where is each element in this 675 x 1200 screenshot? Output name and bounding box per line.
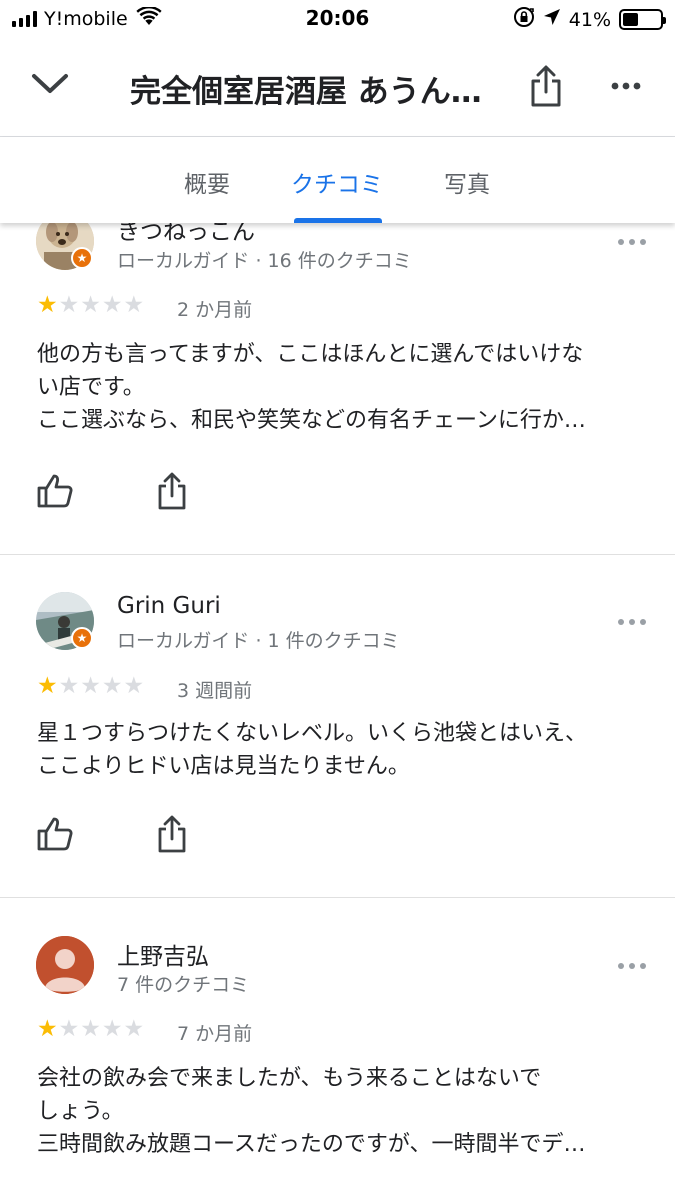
reviewer-meta: ローカルガイド · 1 件のクチコミ (117, 630, 400, 652)
tab-reviews[interactable]: クチコミ (291, 165, 383, 199)
reviewer-meta: ローカルガイド · 16 件のクチコミ (117, 250, 412, 272)
review-date: 2 か月前 (177, 299, 253, 321)
star-rating: ★ ★ ★ ★ ★ (37, 1018, 144, 1041)
review-share-button[interactable] (155, 815, 189, 853)
star-icon: ★ (37, 673, 58, 699)
star-icon: ★ (80, 673, 101, 699)
tab-indicator (294, 218, 382, 223)
review-divider (0, 897, 675, 898)
star-rating: ★ ★ ★ ★ ★ (37, 294, 144, 317)
like-button[interactable] (36, 815, 74, 853)
review-date: 3 週間前 (177, 680, 253, 702)
star-icon: ★ (37, 1016, 58, 1042)
reviewer-name[interactable]: 上野吉弘 (117, 937, 209, 971)
tab-overview[interactable]: 概要 (184, 165, 230, 199)
share-button[interactable] (524, 62, 568, 110)
like-button[interactable] (36, 472, 74, 510)
star-icon: ★ (123, 673, 145, 699)
share-icon (158, 472, 186, 510)
star-rating: ★ ★ ★ ★ ★ (37, 675, 144, 698)
more-horiz-icon (618, 619, 646, 625)
location-arrow-icon (543, 8, 561, 31)
page-title: 完全個室居酒屋 あうん… (130, 74, 482, 110)
review-more-button[interactable] (612, 610, 652, 634)
review-text[interactable]: 会社の飲み会で来ましたが、もう来ることはないで しょう。 三時間飲み放題コースだ… (37, 1062, 642, 1161)
thumbs-up-icon (37, 817, 73, 851)
reviewer-name[interactable]: Grin Guri (117, 593, 221, 619)
star-icon: ★ (58, 1016, 80, 1042)
star-icon: ★ (101, 292, 123, 318)
review-text[interactable]: 星１つすらつけたくないレベル。いくら池袋とはいえ、 ここよりヒドい店は見当たりま… (37, 717, 642, 783)
avatar[interactable] (36, 936, 94, 994)
battery-percent: 41% (568, 8, 611, 31)
star-icon: ★ (101, 1016, 123, 1042)
more-horiz-icon (611, 82, 641, 90)
review-share-button[interactable] (155, 472, 189, 510)
review-date: 7 か月前 (177, 1023, 253, 1045)
star-icon: ★ (37, 292, 58, 318)
local-guide-badge-icon: ★ (71, 627, 93, 649)
tab-bar: 概要 クチコミ 写真 (0, 137, 675, 223)
star-icon: ★ (123, 292, 145, 318)
review-text[interactable]: 他の方も言ってますが、ここはほんとに選んではいけな い店です。 ここ選ぶなら、和… (37, 338, 642, 437)
default-avatar-icon (36, 936, 94, 994)
chevron-down-icon (32, 74, 68, 93)
orientation-lock-icon (513, 6, 535, 33)
more-options-button[interactable] (604, 66, 648, 106)
local-guide-badge-icon: ★ (71, 247, 93, 269)
star-icon: ★ (58, 292, 80, 318)
review-more-button[interactable] (612, 230, 652, 254)
status-bar: Y!mobile 20:06 41% (0, 0, 675, 38)
thumbs-up-icon (37, 474, 73, 508)
star-icon: ★ (101, 673, 123, 699)
battery-icon (619, 9, 666, 30)
review-divider (0, 554, 675, 555)
more-horiz-icon (618, 239, 646, 245)
tab-photos[interactable]: 写真 (444, 165, 490, 199)
star-icon: ★ (123, 1016, 145, 1042)
share-icon (531, 65, 561, 107)
reviewer-meta: 7 件のクチコミ (117, 974, 250, 996)
app-bar: 完全個室居酒屋 あうん… (0, 40, 675, 136)
star-icon: ★ (58, 673, 80, 699)
star-icon: ★ (80, 1016, 101, 1042)
star-icon: ★ (80, 292, 101, 318)
share-icon (158, 815, 186, 853)
more-horiz-icon (618, 963, 646, 969)
collapse-button[interactable] (28, 62, 72, 106)
review-more-button[interactable] (612, 954, 652, 978)
